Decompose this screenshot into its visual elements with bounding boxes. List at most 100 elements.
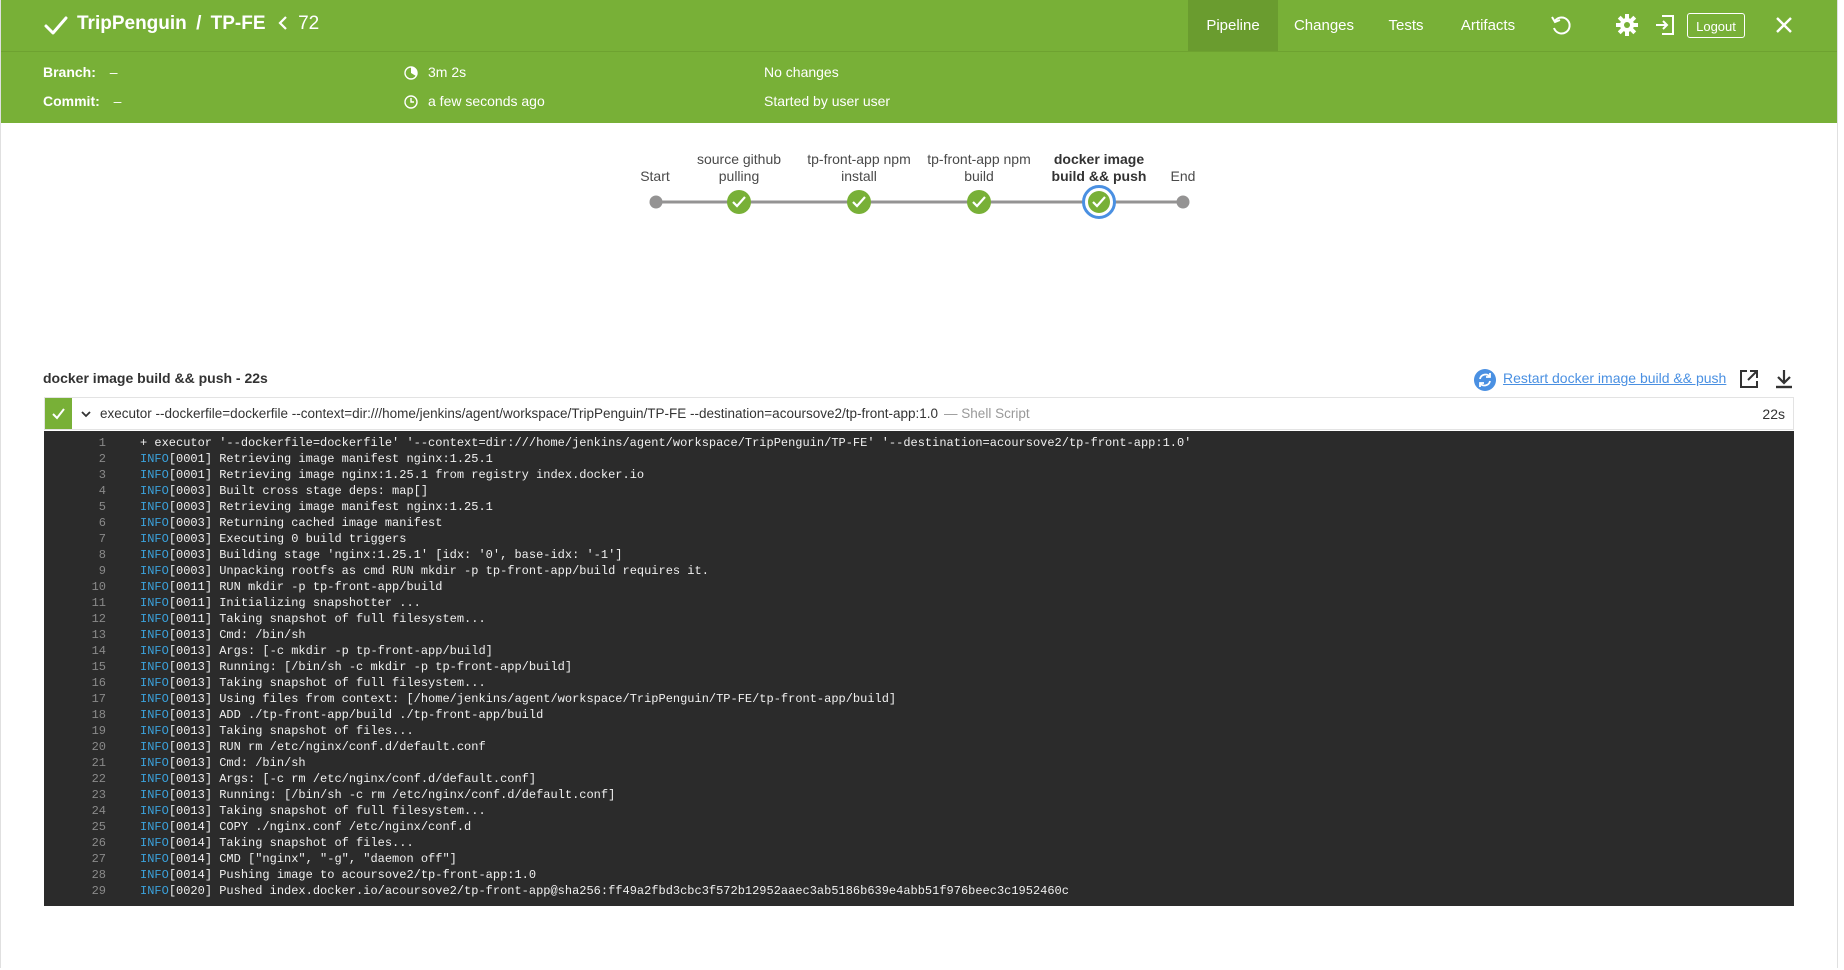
stage-node-npm-install[interactable] (847, 190, 871, 214)
log-line: 21 INFO[0013] Cmd: /bin/sh (44, 755, 306, 771)
tab-tests[interactable]: Tests (1370, 0, 1442, 51)
log-line-number[interactable]: 18 (44, 707, 106, 723)
log-line: 26 INFO[0014] Taking snapshot of files... (44, 835, 414, 851)
log-text: [0003] Returning cached image manifest (168, 516, 443, 530)
log-line-number[interactable]: 10 (44, 579, 106, 595)
logout-button[interactable]: Logout (1687, 13, 1745, 38)
log-line-number[interactable]: 7 (44, 531, 106, 547)
start-node (649, 195, 663, 209)
log-output[interactable]: 1 + executor '--dockerfile=dockerfile' '-… (44, 431, 1794, 906)
commit-label: Commit: (43, 93, 100, 109)
log-level: INFO (140, 724, 169, 738)
tab-artifacts[interactable]: Artifacts (1448, 0, 1528, 51)
run-title: TripPenguin / TP-FE 72 (77, 13, 319, 35)
log-text: [0013] ADD ./tp-front-app/build ./tp-fro… (168, 708, 544, 722)
log-level: INFO (140, 868, 169, 882)
log-text: [0013] RUN rm /etc/nginx/conf.d/default.… (168, 740, 486, 754)
log-line-number[interactable]: 25 (44, 819, 106, 835)
log-line-number[interactable]: 26 (44, 835, 106, 851)
log-line-number[interactable]: 8 (44, 547, 106, 563)
close-icon[interactable] (1772, 13, 1796, 37)
tab-changes[interactable]: Changes (1284, 0, 1364, 51)
log-level: INFO (140, 596, 169, 610)
project-name[interactable]: TP-FE (211, 13, 266, 34)
restart-stage-link[interactable]: Restart docker image build && push (1503, 370, 1726, 386)
log-line-number[interactable]: 11 (44, 595, 106, 611)
open-in-new-window-icon[interactable] (1738, 368, 1760, 390)
log-line: 23 INFO[0013] Running: [/bin/sh -c rm /et… (44, 787, 616, 803)
log-level: INFO (140, 740, 169, 754)
log-line-number[interactable]: 2 (44, 451, 106, 467)
log-line: 15 INFO[0013] Running: [/bin/sh -c mkdir … (44, 659, 572, 675)
log-line-number[interactable]: 22 (44, 771, 106, 787)
log-level: INFO (140, 532, 169, 546)
log-line-number[interactable]: 5 (44, 499, 106, 515)
log-line-number[interactable]: 6 (44, 515, 106, 531)
download-icon[interactable] (1773, 368, 1795, 390)
log-line-number[interactable]: 15 (44, 659, 106, 675)
log-line-number[interactable]: 16 (44, 675, 106, 691)
log-text: [0001] Retrieving image manifest nginx:1… (168, 452, 493, 466)
log-line-number[interactable]: 28 (44, 867, 106, 883)
log-line: 25 INFO[0014] COPY ./nginx.conf /etc/ngin… (44, 819, 472, 835)
duration-icon (404, 66, 418, 80)
branch-label: Branch: (43, 64, 96, 80)
log-text: [0014] CMD ["nginx", "-g", "daemon off"] (168, 852, 457, 866)
log-line-number[interactable]: 13 (44, 627, 106, 643)
log-level: INFO (140, 452, 169, 466)
chevron-down-icon[interactable] (79, 407, 93, 421)
log-level: INFO (140, 484, 169, 498)
log-level: INFO (140, 804, 169, 818)
gear-icon[interactable] (1615, 13, 1639, 37)
pipeline-run-window: TripPenguin / TP-FE 72 Pipeline Changes … (0, 0, 1838, 968)
log-line-number[interactable]: 29 (44, 883, 106, 899)
changes-summary: No changes (764, 64, 839, 80)
log-line: 6 INFO[0003] Returning cached image manif… (44, 515, 443, 531)
log-line-number[interactable]: 4 (44, 483, 106, 499)
log-line-number[interactable]: 9 (44, 563, 106, 579)
log-text: [0014] COPY ./nginx.conf /etc/nginx/conf… (168, 820, 472, 834)
log-text: [0013] Taking snapshot of files... (168, 724, 414, 738)
log-line-number[interactable]: 3 (44, 467, 106, 483)
log-line: 9 INFO[0003] Unpacking rootfs as cmd RUN … (44, 563, 709, 579)
stage-node-docker-build-push[interactable] (1082, 185, 1116, 219)
stage-node-npm-build[interactable] (967, 190, 991, 214)
log-line-number[interactable]: 14 (44, 643, 106, 659)
log-line-number[interactable]: 12 (44, 611, 106, 627)
log-line-number[interactable]: 1 (44, 435, 106, 451)
log-text: [0003] Built cross stage deps: map[] (168, 484, 429, 498)
stage-node-source-github-pulling[interactable] (727, 190, 751, 214)
log-text: + executor '--dockerfile=dockerfile' '--… (140, 436, 1192, 450)
log-line-number[interactable]: 19 (44, 723, 106, 739)
log-line-number[interactable]: 24 (44, 803, 106, 819)
tab-pipeline[interactable]: Pipeline (1188, 0, 1278, 51)
exit-icon[interactable] (1653, 13, 1677, 37)
replay-icon[interactable] (1549, 13, 1573, 37)
log-line: 10 INFO[0011] RUN mkdir -p tp-front-app/b… (44, 579, 443, 595)
log-text: [0003] Executing 0 build triggers (168, 532, 407, 546)
log-line: 29 INFO[0020] Pushed index.docker.io/acou… (44, 883, 1069, 899)
log-line-number[interactable]: 23 (44, 787, 106, 803)
log-line-number[interactable]: 21 (44, 755, 106, 771)
log-text: [0003] Unpacking rootfs as cmd RUN mkdir… (168, 564, 709, 578)
log-level: INFO (140, 644, 169, 658)
checkmark-icon (44, 16, 68, 35)
log-level: INFO (140, 564, 169, 578)
log-line: 1 + executor '--dockerfile=dockerfile' '-… (44, 435, 1192, 451)
log-line-number[interactable]: 20 (44, 739, 106, 755)
log-text: [0013] Cmd: /bin/sh (168, 628, 306, 642)
log-level: INFO (140, 516, 169, 530)
log-text: [0011] RUN mkdir -p tp-front-app/build (168, 580, 443, 594)
log-line: 13 INFO[0013] Cmd: /bin/sh (44, 627, 306, 643)
step-row[interactable]: executor --dockerfile=dockerfile --conte… (44, 397, 1794, 430)
log-line: 28 INFO[0014] Pushing image to acoursove2… (44, 867, 536, 883)
back-chevron-icon[interactable] (277, 16, 289, 30)
log-line-number[interactable]: 27 (44, 851, 106, 867)
log-line-number[interactable]: 17 (44, 691, 106, 707)
restart-icon[interactable] (1473, 368, 1497, 392)
log-text: [0013] Args: [-c rm /etc/nginx/conf.d/de… (168, 772, 537, 786)
log-level: INFO (140, 692, 169, 706)
log-level: INFO (140, 468, 169, 482)
log-level: INFO (140, 548, 169, 562)
org-name[interactable]: TripPenguin (77, 13, 187, 34)
